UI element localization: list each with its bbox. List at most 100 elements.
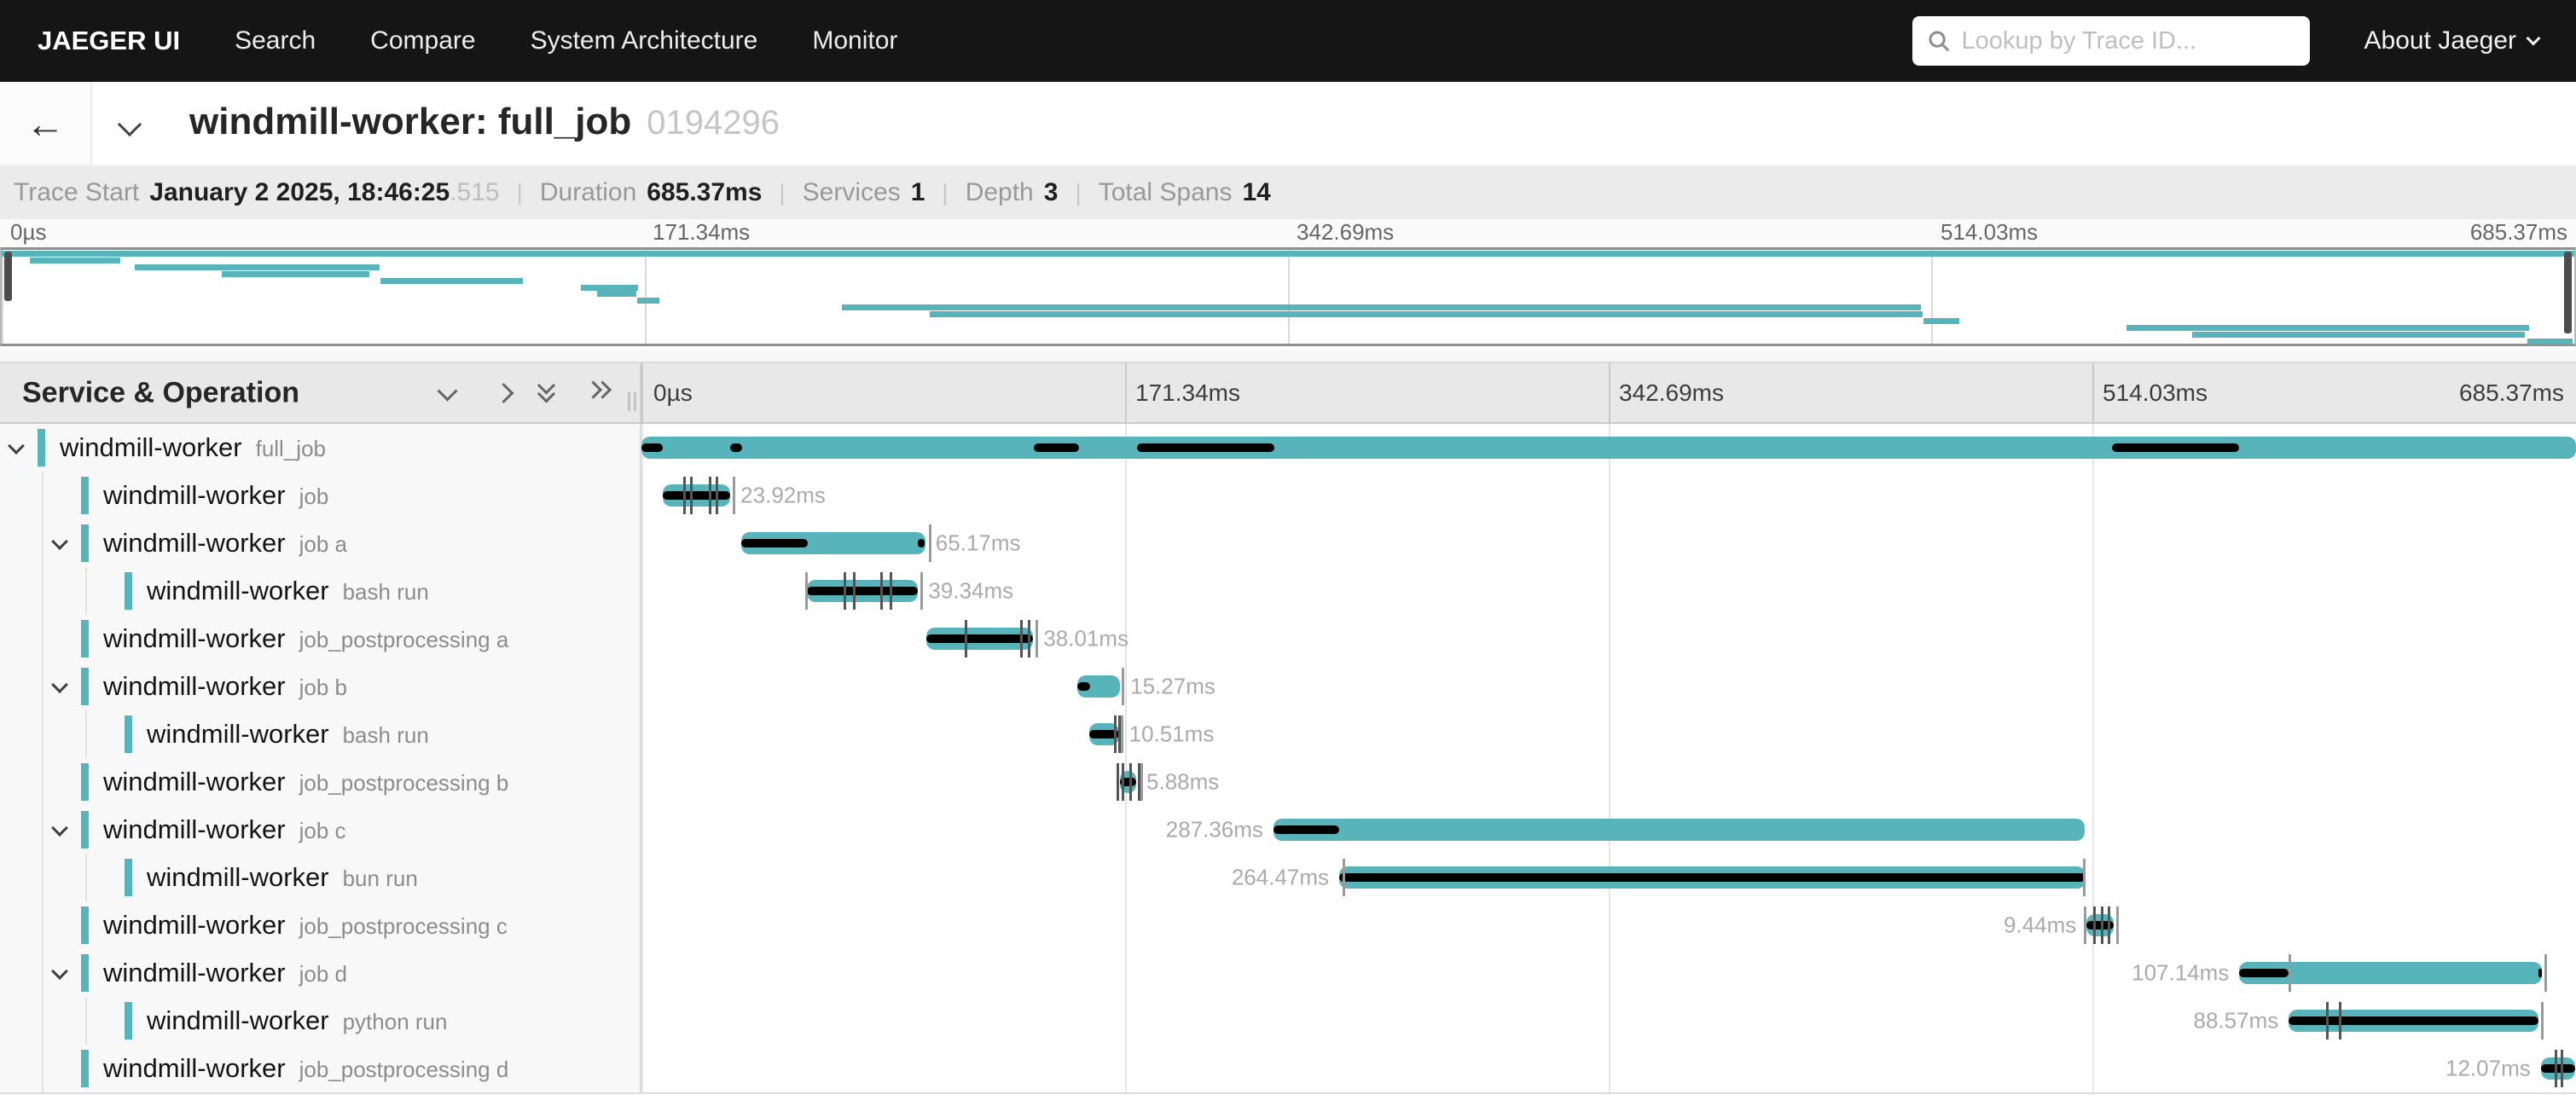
span-bar[interactable] [641,437,2576,459]
span-name: windmill-workerpython run [147,1005,447,1036]
span-name-cell: windmill-worker job_postprocessing a [0,615,641,663]
indent-guide [42,997,44,1045]
back-button[interactable]: ← [0,82,92,165]
collapse-one-icon[interactable] [437,380,457,401]
span-bar[interactable] [1120,771,1136,793]
span-duration-label: 107.14ms [2132,960,2229,987]
minimap-canvas[interactable] [0,247,2576,346]
span-bar[interactable] [741,532,925,554]
span-row[interactable]: windmill-workerjob23.92ms [0,472,2576,519]
collapse-span-chevron-icon[interactable] [51,676,68,693]
critical-path-segment [926,634,1034,643]
nav-item-compare[interactable]: Compare [370,26,475,55]
span-row[interactable]: windmill-workerpython run88.57ms [0,997,2576,1045]
span-bar[interactable] [2086,914,2113,936]
span-bar[interactable] [926,628,1034,650]
service-color-bar [81,763,89,801]
service-color-bar [81,954,89,992]
log-tick [2108,906,2110,944]
about-jaeger-label: About Jaeger [2364,26,2516,55]
operation-name: job c [299,818,346,843]
collapse-trace-header-button[interactable] [121,116,138,137]
trace-header: ← windmill-worker: full_job0194296 ? × [0,82,2576,166]
log-tick [2561,1050,2563,1087]
log-tick [2289,954,2291,992]
span-row[interactable]: windmill-workerjob_postprocessing d12.07… [0,1045,2576,1092]
nav-item-monitor[interactable]: Monitor [812,26,897,55]
span-row[interactable]: windmill-workerjob c287.36ms [0,806,2576,854]
span-row[interactable]: windmill-workerjob b15.27ms [0,663,2576,710]
span-bar[interactable] [2541,1057,2575,1080]
log-tick [2116,906,2119,944]
log-tick [1129,763,1132,801]
indent-guide [42,1045,44,1092]
critical-path-segment [741,539,808,547]
span-row[interactable]: windmill-workerbash run10.51ms [0,710,2576,758]
collapse-span-chevron-icon[interactable] [51,820,68,837]
minimap-span-bar [930,311,1923,317]
log-tick [890,572,892,610]
expand-one-icon[interactable] [493,382,513,403]
span-timeline-cell: 12.07ms [641,1045,2576,1092]
service-name: windmill-worker [60,432,242,462]
service-color-bar [125,715,132,753]
trace-lookup-input[interactable] [1962,27,2296,55]
span-name-cell: windmill-workerbash run [0,567,641,615]
collapse-span-chevron-icon[interactable] [51,533,68,550]
span-name-cell: windmill-workerjob b [0,663,641,710]
critical-path-segment [1339,873,2086,882]
span-name-cell: windmill-workerjob_postprocessing d [0,1045,641,1092]
indent-guide [42,663,44,710]
nav-item-system-architecture[interactable]: System Architecture [531,26,758,55]
span-bar[interactable] [1089,723,1119,745]
minimap-span-bar [2126,325,2528,331]
span-bar[interactable] [807,580,918,602]
service-name: windmill-worker [147,719,329,749]
span-bar[interactable] [2289,1010,2538,1032]
collapse-span-chevron-icon[interactable] [8,437,25,455]
operation-name: job_postprocessing a [299,627,509,652]
range-start-scrubber[interactable] [4,252,12,301]
span-timeline-cell: 23.92ms [641,472,2576,519]
span-row[interactable]: windmill-workerjob_postprocessing b5.88m… [0,758,2576,806]
span-bar[interactable] [1077,675,1121,698]
nav-item-search[interactable]: Search [235,26,316,55]
span-row[interactable]: windmill-workerjob_postprocessing c9.44m… [0,901,2576,949]
service-color-bar [81,620,89,657]
operation-name: job b [299,675,347,700]
span-row[interactable]: windmill-workerjob_postprocessing a38.01… [0,615,2576,663]
span-row[interactable]: windmill-workerjob a65.17ms [0,519,2576,567]
operation-name: job a [299,531,347,557]
span-timeline-cell: 264.47ms [641,854,2576,901]
about-jaeger-menu[interactable]: About Jaeger [2364,26,2538,55]
service-name: windmill-worker [103,528,286,558]
jaeger-logo[interactable]: JAEGER UI [38,26,180,56]
range-end-scrubber[interactable] [2564,252,2572,333]
indent-guide [42,615,44,663]
span-name: windmill-workerjob d [103,958,347,988]
log-tick [880,572,883,610]
column-resize-grip[interactable] [626,392,638,411]
span-row[interactable]: windmill-workerjob d 107.14ms [0,949,2576,997]
span-row[interactable]: windmill-workerbash run39.34ms [0,567,2576,615]
span-bar[interactable] [1273,819,2085,841]
log-tick [2544,954,2547,992]
span-bar[interactable] [663,484,730,507]
operation-name: job_postprocessing c [299,913,508,939]
span-row[interactable]: windmill-workerbun run264.47ms [0,854,2576,901]
span-bar[interactable] [1339,866,2086,889]
timeline-table-header: Service & Operation 0µs 171.34ms 342.69m… [0,362,2576,424]
span-bar[interactable] [2239,962,2542,984]
span-name: windmill-workerjob_postprocessing b [103,767,508,797]
span-name-cell: windmill-workerjob_postprocessing b [0,758,641,806]
log-tick [844,572,846,610]
minimap-span-bar [842,304,1921,310]
service-color-bar [125,1002,132,1040]
service-name: windmill-worker [103,623,286,653]
span-name: windmill-workerbash run [147,576,429,606]
span-row[interactable]: windmill-workerfull_job [0,424,2576,472]
minimap-span-bar [2527,339,2573,345]
collapse-span-chevron-icon[interactable] [51,963,68,980]
expand-all-icon[interactable] [587,380,614,401]
collapse-all-icon[interactable] [537,379,558,404]
